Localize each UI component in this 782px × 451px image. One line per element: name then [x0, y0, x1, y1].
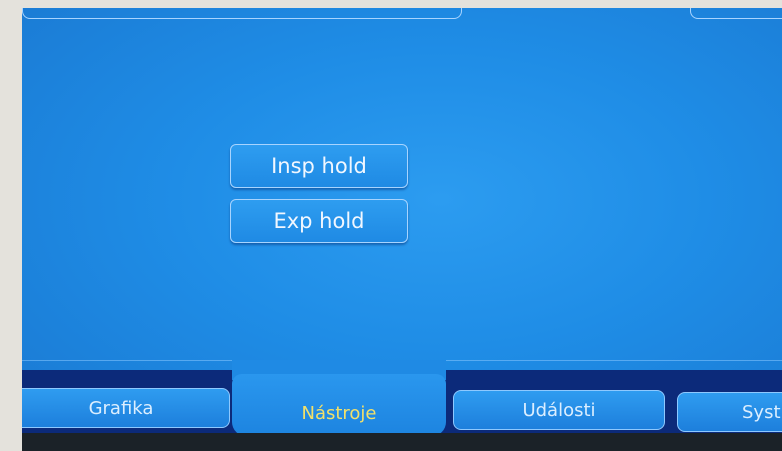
- tab-grafika[interactable]: Grafika: [22, 388, 230, 428]
- tab-udalosti[interactable]: Události: [453, 390, 665, 430]
- insp-hold-button[interactable]: Insp hold: [230, 144, 408, 188]
- tab-nastroje[interactable]: Nástroje: [232, 374, 446, 433]
- top-panel-edge-right: [690, 8, 782, 19]
- device-bezel-top: [0, 0, 782, 8]
- exp-hold-button[interactable]: Exp hold: [230, 199, 408, 243]
- device-bezel-left: [0, 0, 22, 451]
- ventilator-screen: Insp hold Exp hold Grafika Nástroje Udál…: [22, 8, 782, 433]
- device-bezel-bottom: [22, 433, 782, 451]
- tab-system[interactable]: Syst: [677, 392, 782, 432]
- top-panel-edge-left: [22, 8, 462, 19]
